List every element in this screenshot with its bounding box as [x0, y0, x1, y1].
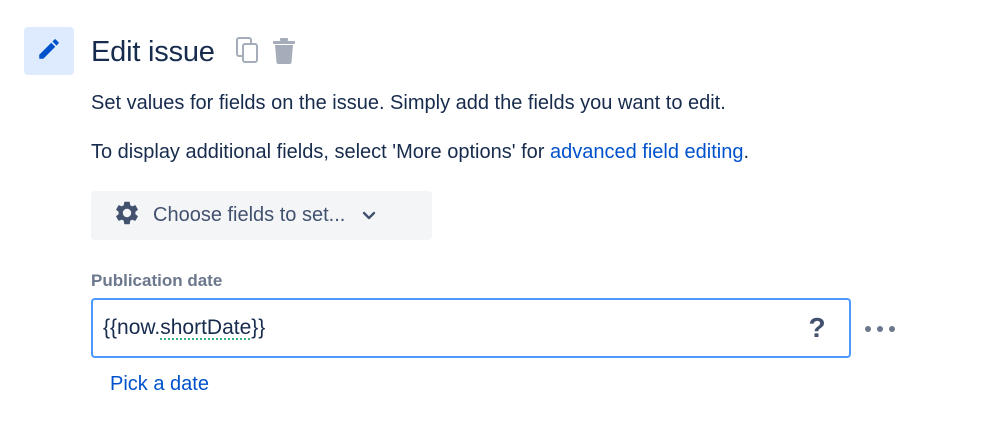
gear-icon — [113, 199, 141, 232]
advanced-field-editing-link[interactable]: advanced field editing — [550, 141, 743, 163]
publication-date-value[interactable]: {{now.shortDate}} — [93, 316, 797, 340]
value-spellcheck-word: shortDate — [160, 316, 252, 339]
help-icon[interactable]: ? — [797, 308, 837, 348]
more-options-icon[interactable] — [860, 313, 900, 345]
value-prefix: {{now. — [103, 316, 161, 339]
header-actions — [235, 36, 297, 66]
page-title: Edit issue — [91, 36, 215, 68]
value-suffix: }} — [251, 316, 266, 339]
publication-date-label: Publication date — [91, 271, 223, 290]
pencil-icon — [36, 36, 62, 67]
chevron-down-icon — [362, 211, 376, 221]
choose-fields-button[interactable]: Choose fields to set... — [91, 191, 432, 240]
description-line-2: To display additional fields, select 'Mo… — [91, 139, 749, 165]
edit-action-icon-tile — [24, 27, 74, 75]
publication-date-field[interactable]: {{now.shortDate}} ? — [91, 298, 851, 358]
copy-icon[interactable] — [235, 36, 261, 66]
description-line-2-text: To display additional fields, select 'Mo… — [91, 141, 550, 163]
description-line-2-suffix: . — [743, 141, 750, 163]
description-line-1: Set values for fields on the issue. Simp… — [91, 92, 726, 114]
trash-icon[interactable] — [271, 36, 297, 66]
pick-a-date-link[interactable]: Pick a date — [110, 371, 209, 397]
choose-fields-label: Choose fields to set... — [153, 204, 346, 226]
